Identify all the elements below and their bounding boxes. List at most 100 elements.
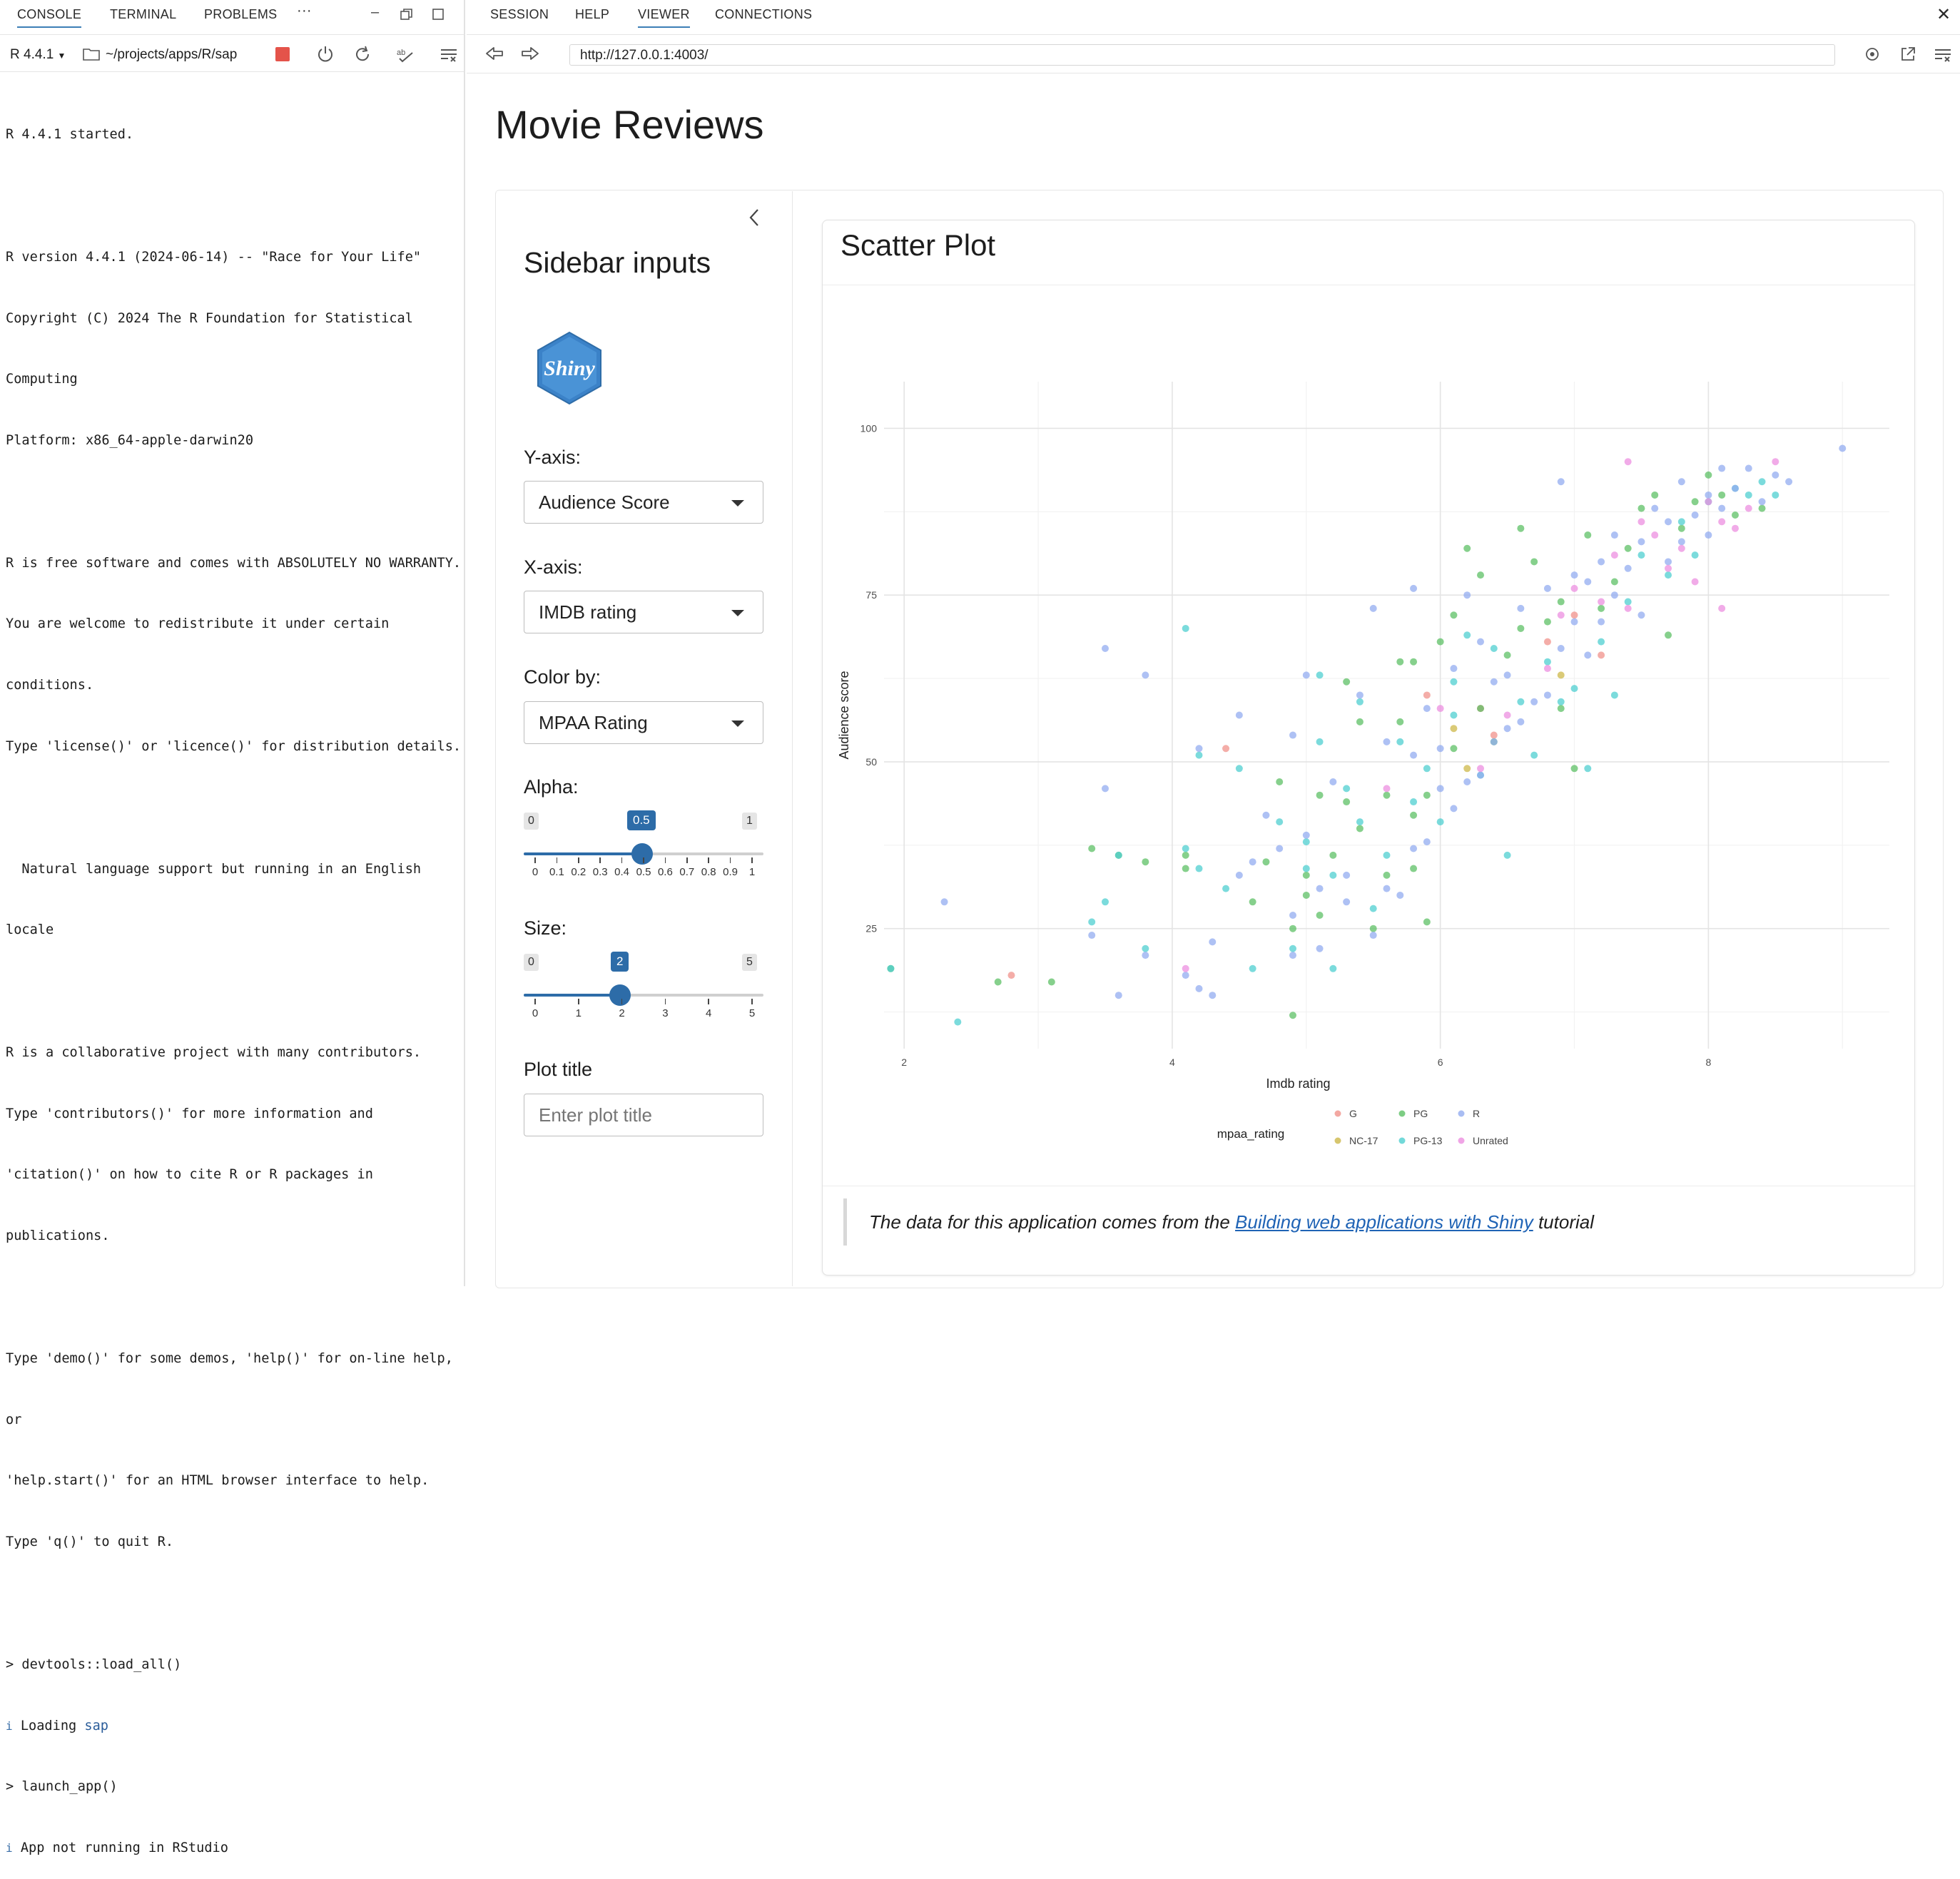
spell-check-icon[interactable]: ab — [395, 46, 415, 68]
open-external-icon[interactable] — [1899, 46, 1916, 67]
tab-help[interactable]: HELP — [575, 7, 609, 22]
tab-session[interactable]: SESSION — [490, 7, 549, 22]
url-input[interactable]: http://127.0.0.1:4003/ — [569, 44, 1835, 66]
slider-tick-mark — [599, 857, 601, 863]
alpha-label: Alpha: — [524, 776, 579, 798]
blockquote-bar — [843, 1198, 847, 1246]
data-point — [1530, 558, 1538, 566]
back-icon[interactable] — [485, 46, 504, 66]
data-point — [1463, 591, 1471, 599]
data-point — [1101, 785, 1109, 793]
plot-legend: mpaa_rating G PG R NC-17 PG-13 Unrated — [1217, 1108, 1508, 1146]
data-point — [1677, 538, 1685, 546]
data-point — [1503, 851, 1511, 859]
alpha-max: 1 — [742, 813, 757, 830]
tab-viewer[interactable]: VIEWER — [638, 7, 690, 28]
data-point — [1665, 571, 1672, 579]
stop-icon[interactable] — [275, 47, 290, 61]
data-point — [1665, 518, 1672, 526]
package-name: sap — [84, 1718, 108, 1733]
data-point — [1410, 845, 1418, 852]
x-tick-label: 2 — [901, 1056, 907, 1068]
data-point — [1356, 698, 1364, 706]
plot-title-input[interactable] — [524, 1094, 763, 1136]
data-point — [954, 1018, 962, 1026]
data-point — [1222, 885, 1230, 892]
y-axis-value: Audience Score — [539, 492, 670, 513]
data-point — [1410, 584, 1418, 592]
alpha-slider[interactable]: 0 1 0.5 0 0.1 0.2 0.3 0.4 0.5 0.6 0.7 0.8 0.9 1 — [524, 810, 763, 882]
data-point — [1570, 618, 1578, 626]
data-point — [1530, 751, 1538, 759]
refresh-icon[interactable] — [1864, 46, 1881, 67]
data-point — [1369, 905, 1377, 912]
color-by-select[interactable]: MPAA Rating — [524, 701, 763, 744]
r-version-label: R 4.4.1 — [10, 47, 54, 62]
close-icon[interactable]: ✕ — [1936, 4, 1951, 25]
data-point — [887, 964, 895, 972]
y-tick-label: 100 — [860, 422, 878, 434]
clear-viewer-icon[interactable] — [1934, 47, 1952, 67]
slider-tick-label: 0 — [532, 1007, 539, 1019]
data-point — [1517, 698, 1525, 706]
legend-key — [1458, 1110, 1465, 1117]
data-point — [1383, 738, 1391, 745]
data-point — [1410, 658, 1418, 666]
data-point — [1745, 504, 1752, 512]
data-point — [1222, 745, 1230, 753]
data-point — [1302, 831, 1310, 839]
data-point — [1329, 871, 1337, 879]
minimize-icon[interactable]: – — [371, 4, 379, 21]
maximize-icon[interactable] — [431, 7, 445, 26]
data-point — [1383, 785, 1391, 793]
folder-icon[interactable] — [83, 47, 100, 65]
data-point — [1182, 972, 1189, 979]
data-point — [1477, 571, 1485, 579]
legend-label: Unrated — [1473, 1135, 1508, 1146]
data-point — [1490, 678, 1498, 686]
y-axis-select[interactable]: Audience Score — [524, 481, 763, 524]
slider-tick-label: 1 — [575, 1007, 582, 1019]
console-line: 'help.start()' for an HTML browser inter… — [6, 1473, 430, 1489]
size-max: 5 — [742, 954, 757, 971]
viewer-tab-bar: SESSION HELP VIEWER CONNECTIONS ✕ — [467, 0, 1960, 35]
tab-terminal[interactable]: TERMINAL — [110, 7, 176, 22]
data-point — [1463, 765, 1471, 773]
power-icon[interactable] — [315, 44, 335, 68]
data-point — [1718, 604, 1726, 612]
logo-text: Shiny — [544, 357, 595, 380]
data-point — [1316, 944, 1324, 952]
size-slider[interactable]: 0 5 2 0 1 2 3 4 5 — [524, 952, 763, 1023]
alpha-min: 0 — [524, 813, 539, 830]
restore-icon[interactable] — [400, 7, 414, 26]
more-tabs-icon[interactable]: ··· — [297, 3, 312, 19]
console-tab-bar: CONSOLE TERMINAL PROBLEMS ··· – — [0, 0, 464, 35]
data-point — [1543, 658, 1551, 666]
r-version-selector[interactable]: R 4.4.1 ▼ — [10, 47, 66, 63]
data-point — [1731, 484, 1739, 492]
clear-console-icon[interactable] — [440, 47, 458, 66]
data-point — [1691, 551, 1699, 559]
data-point — [1356, 691, 1364, 699]
collapse-sidebar-icon[interactable] — [746, 207, 762, 232]
data-point — [1665, 631, 1672, 639]
data-point — [1343, 898, 1351, 906]
console-line: locale — [6, 922, 54, 938]
tab-problems[interactable]: PROBLEMS — [204, 7, 277, 22]
slider-tick-mark — [621, 857, 623, 863]
alpha-ticks: 0 0.1 0.2 0.3 0.4 0.5 0.6 0.7 0.8 0.9 1 — [524, 857, 763, 882]
console-line: > launch_app() — [6, 1779, 118, 1795]
tab-console[interactable]: CONSOLE — [17, 7, 82, 28]
console-line: Copyright (C) 2024 The R Foundation for … — [6, 310, 413, 326]
data-point — [1423, 838, 1431, 846]
forward-icon[interactable] — [521, 46, 539, 66]
tutorial-link[interactable]: Building web applications with Shiny — [1235, 1211, 1533, 1233]
working-directory[interactable]: ~/projects/apps/R/sap — [106, 47, 237, 63]
legend-label: PG-13 — [1413, 1135, 1443, 1146]
restart-icon[interactable] — [352, 44, 372, 68]
data-point — [1785, 478, 1793, 486]
tab-connections[interactable]: CONNECTIONS — [715, 7, 812, 22]
x-axis-select[interactable]: IMDB rating — [524, 591, 763, 633]
data-point — [1316, 671, 1324, 679]
legend-key — [1334, 1137, 1341, 1144]
